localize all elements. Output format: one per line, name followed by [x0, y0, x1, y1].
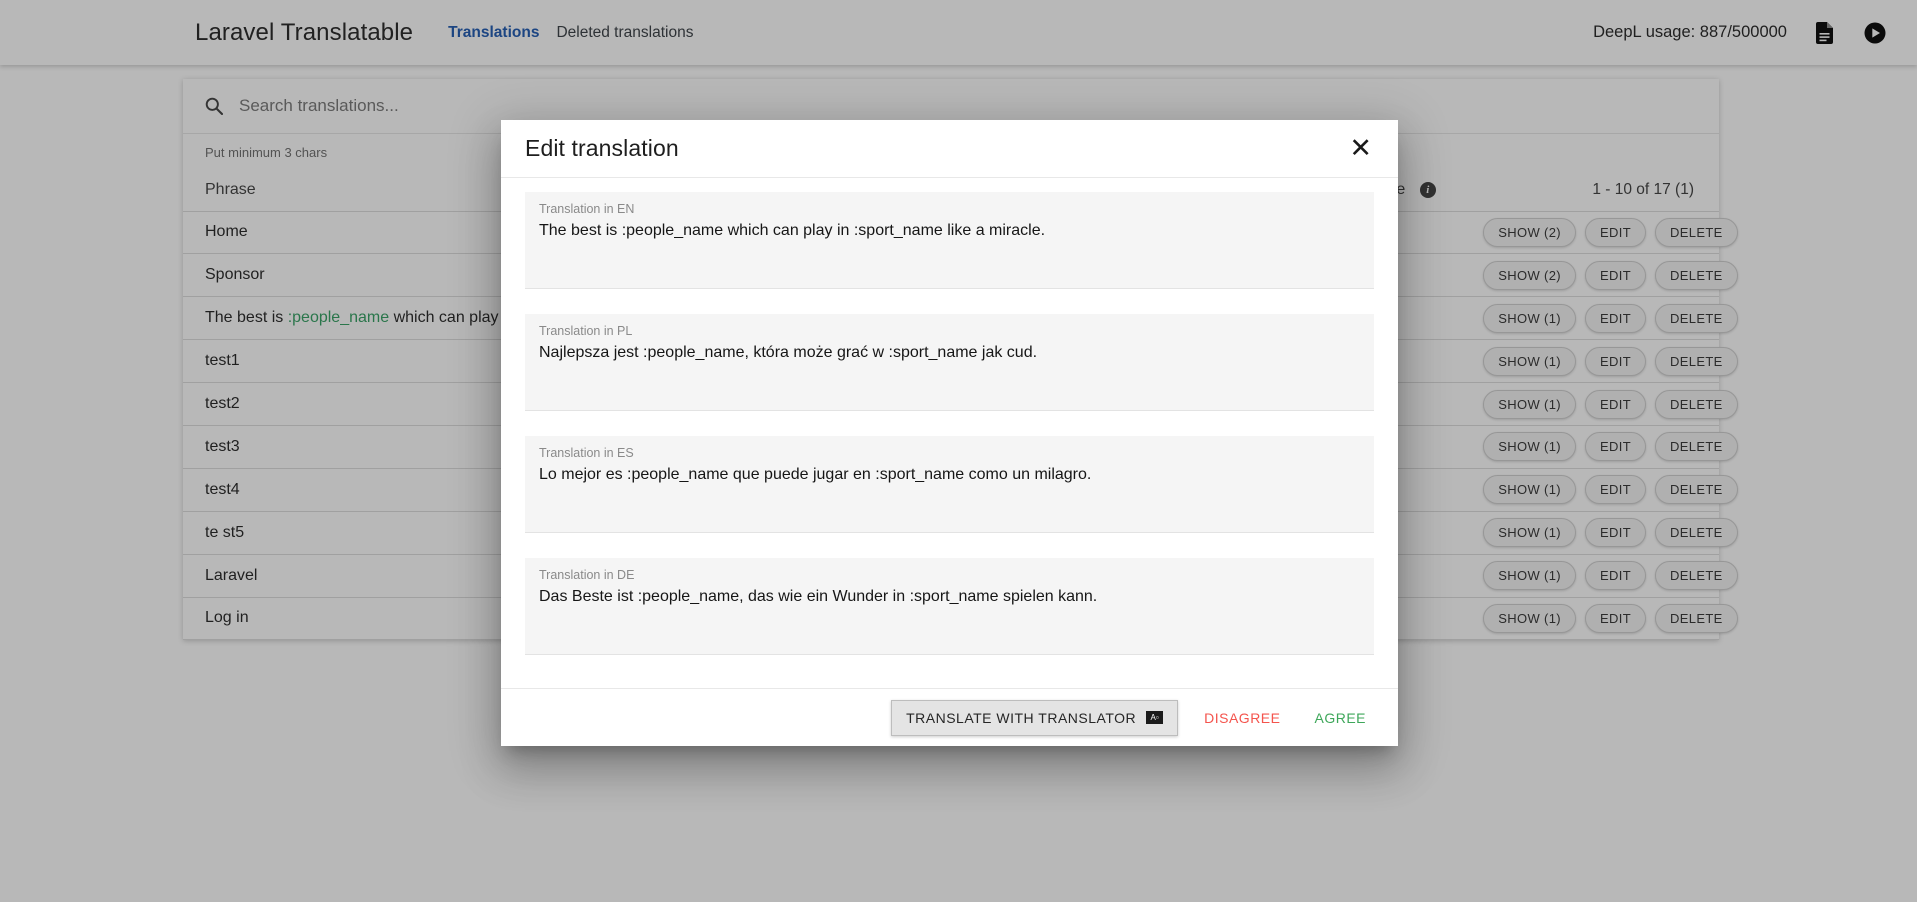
modal-header: Edit translation ✕	[501, 120, 1398, 178]
translation-field[interactable]: Translation in EN The best is :people_nam…	[525, 192, 1374, 289]
translation-field-input[interactable]: Lo mejor es :people_name que puede jugar…	[539, 466, 1360, 484]
agree-button[interactable]: AGREE	[1306, 701, 1374, 735]
disagree-button[interactable]: DISAGREE	[1196, 701, 1288, 735]
translation-field-label: Translation in EN	[539, 202, 635, 216]
translation-field-input[interactable]: Najlepsza jest :people_name, która może …	[539, 344, 1360, 362]
modal-body: Translation in EN The best is :people_nam…	[501, 178, 1398, 688]
edit-translation-modal: Edit translation ✕ Translation in EN The …	[501, 120, 1398, 746]
translation-field-label: Translation in PL	[539, 324, 633, 338]
translate-icon: A▫	[1146, 711, 1164, 724]
translate-with-translator-button[interactable]: TRANSLATE WITH TRANSLATOR A▫	[891, 699, 1179, 736]
modal-footer: TRANSLATE WITH TRANSLATOR A▫ DISAGREE AG…	[501, 688, 1398, 746]
translation-field-label: Translation in ES	[539, 446, 634, 460]
app-root: Laravel Translatable Translations Delete…	[0, 0, 1917, 902]
modal-title: Edit translation	[525, 135, 679, 161]
translation-field[interactable]: Translation in DE Das Beste ist :people_n…	[525, 558, 1374, 655]
translation-field[interactable]: Translation in PL Najlepsza jest :people_…	[525, 314, 1374, 411]
translation-field-input[interactable]: Das Beste ist :people_name, das wie ein …	[539, 588, 1360, 606]
translation-field-input[interactable]: The best is :people_name which can play …	[539, 222, 1360, 240]
translation-field-label: Translation in DE	[539, 568, 635, 582]
translation-field[interactable]: Translation in ES Lo mejor es :people_nam…	[525, 436, 1374, 533]
translate-button-label: TRANSLATE WITH TRANSLATOR	[906, 709, 1137, 726]
close-icon[interactable]: ✕	[1347, 135, 1374, 162]
